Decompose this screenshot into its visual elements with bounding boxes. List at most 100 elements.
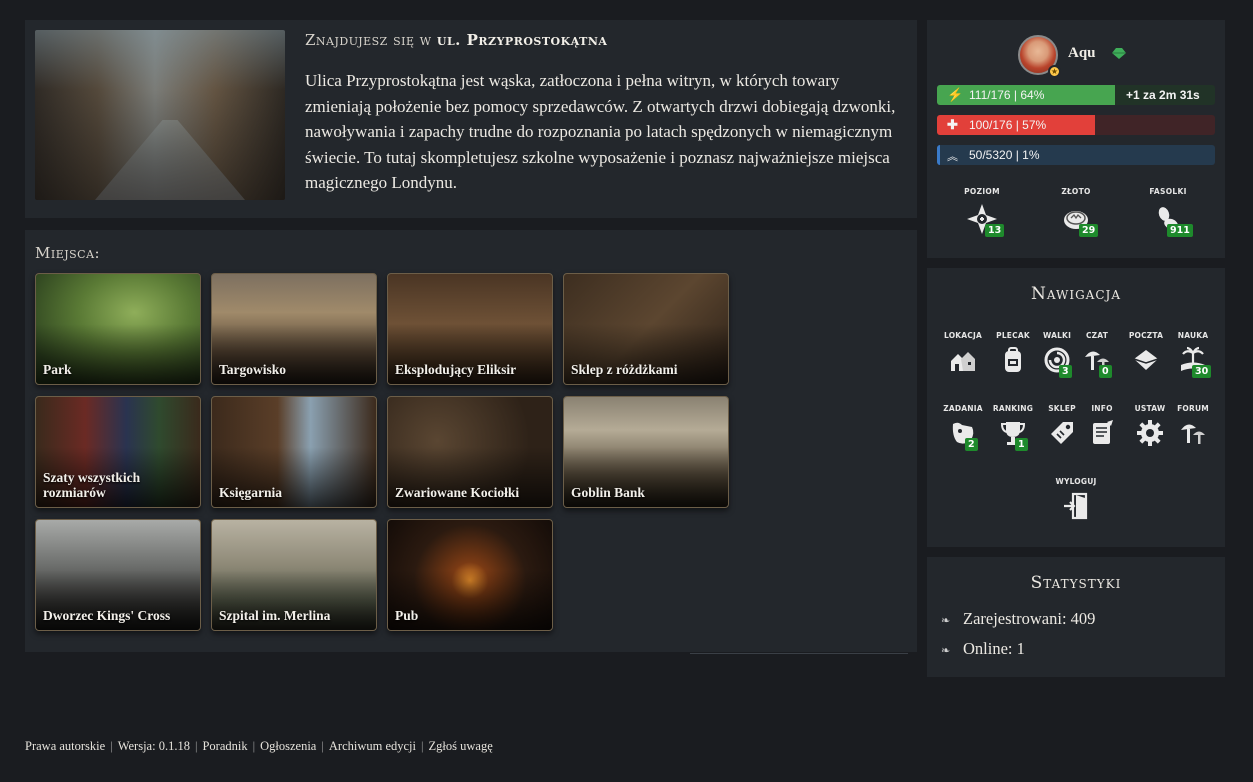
nav-badge: 1 xyxy=(1015,438,1028,451)
footer-link-report[interactable]: Zgłoś uwagę xyxy=(429,739,493,753)
online-count: ❧ Online: 1 xyxy=(941,639,1025,659)
online-text: Online: 1 xyxy=(963,639,1025,658)
nav-item-nauka[interactable]: NAUKA 30 xyxy=(1170,331,1216,378)
nav-badge: 2 xyxy=(965,438,978,451)
experience-bar: ︽ 50/5320 | 1% xyxy=(937,145,1215,165)
footer-link-copyright[interactable]: Prawa autorskie xyxy=(25,739,105,753)
footer-link-announcements[interactable]: Ogłoszenia xyxy=(260,739,316,753)
health-bar: ✚ 100/176 | 57% xyxy=(937,115,1215,135)
place-tile-eksplodujacy-eliksir[interactable]: Eksplodujący Eliksir xyxy=(387,273,553,385)
leaf-icon: ❧ xyxy=(941,615,951,627)
place-tile-szpital[interactable]: Szpital im. Merlina xyxy=(211,519,377,631)
places-title: Miejsca: xyxy=(35,244,101,262)
place-tile-sklep-z-rozdzkami[interactable]: Sklep z różdżkami xyxy=(563,273,729,385)
nav-item-lokacja[interactable]: LOKACJA xyxy=(940,331,986,375)
nav-label: WYLOGUJ xyxy=(1055,477,1097,486)
nav-item-czat[interactable]: CZAT 0 xyxy=(1074,331,1120,378)
experience-bar-fill xyxy=(937,145,940,165)
lightning-icon: ⚡ xyxy=(947,87,964,102)
envelope-icon xyxy=(1133,350,1159,370)
place-label: Sklep z różdżkami xyxy=(571,362,678,377)
nav-label: POCZTA xyxy=(1128,331,1164,340)
place-label: Goblin Bank xyxy=(571,485,645,500)
health-text: 100/176 | 57% xyxy=(969,118,1047,132)
place-label: Targowisko xyxy=(219,362,287,377)
nav-label: FORUM xyxy=(1177,404,1209,413)
place-tile-park[interactable]: Park xyxy=(35,273,201,385)
place-tile-dworzec-kings-cross[interactable]: Dworzec Kings' Cross xyxy=(35,519,201,631)
statistics-panel: Statystyki ❧ Zarejestrowani: 409 ❧ Online:… xyxy=(927,557,1225,677)
place-tile-ksiegarnia[interactable]: Księgarnia xyxy=(211,396,377,508)
leaf-icon: ❧ xyxy=(941,645,951,657)
stat-beans[interactable]: FASOLKI 911 xyxy=(1133,187,1203,237)
nav-item-info[interactable]: INFO xyxy=(1079,404,1125,448)
username[interactable]: Aqu xyxy=(1068,45,1096,62)
place-label: Eksplodujący Eliksir xyxy=(395,362,517,377)
chevrons-up-icon: ︽ xyxy=(947,151,958,163)
footer-link-archive[interactable]: Archiwum edycji xyxy=(329,739,416,753)
exit-door-icon xyxy=(1064,492,1088,520)
stat-label: POZIOM xyxy=(964,187,1000,196)
gear-icon xyxy=(1137,420,1163,446)
nav-item-plecak[interactable]: PLECAK xyxy=(990,331,1036,375)
nav-label: PLECAK xyxy=(996,331,1030,340)
place-label: Zwariowane Kociołki xyxy=(395,485,520,500)
navigation-title: Nawigacja xyxy=(1030,284,1122,304)
place-tile-pub[interactable]: Pub xyxy=(387,519,553,631)
location-title: Znajdujesz się w ul. Przyprostokątna xyxy=(305,31,607,49)
profile-panel: ★ Aqu ⚡ 111/176 | 64% +1 za 2m 31s ✚ 100… xyxy=(927,20,1225,258)
scroll-icon xyxy=(1093,420,1113,444)
places-panel: Miejsca: Park Targowisko Eksplodujący El… xyxy=(25,230,917,652)
gem-icon xyxy=(1112,48,1126,59)
houses-icon xyxy=(951,352,975,371)
place-label: Dworzec Kings' Cross xyxy=(43,608,171,623)
registered-text: Zarejestrowani: 409 xyxy=(963,609,1096,628)
energy-text: 111/176 | 64% xyxy=(969,88,1045,102)
nav-item-poczta[interactable]: POCZTA xyxy=(1123,331,1169,375)
star-badge-icon: ★ xyxy=(1048,65,1061,78)
footer: Prawa autorskie | Wersja: 0.1.18 | Poradnik |… xyxy=(25,739,493,753)
location-image xyxy=(35,30,285,200)
location-panel: Znajdujesz się w ul. Przyprostokątna Uli… xyxy=(25,20,917,218)
nav-label: LOKACJA xyxy=(943,331,982,340)
nav-item-forum[interactable]: FORUM xyxy=(1170,404,1216,448)
nav-item-zadania[interactable]: ZADANIA 2 xyxy=(940,404,986,451)
place-tile-zwariowane-kociolki[interactable]: Zwariowane Kociołki xyxy=(387,396,553,508)
nav-badge: 3 xyxy=(1059,365,1072,378)
divider xyxy=(690,653,908,654)
footer-link-guide[interactable]: Poradnik xyxy=(202,739,247,753)
stat-label: FASOLKI xyxy=(1149,187,1187,196)
place-label: Szpital im. Merlina xyxy=(219,608,331,623)
price-tag-icon xyxy=(1051,422,1073,444)
stat-gold[interactable]: ZŁOTO 29 xyxy=(1041,187,1111,237)
nav-label: CZAT xyxy=(1085,331,1109,340)
statistics-title: Statystyki xyxy=(1030,573,1122,593)
nav-label: RANKING xyxy=(992,404,1034,413)
place-label: Szaty wszystkich rozmiarów xyxy=(43,470,141,500)
nav-label: INFO xyxy=(1091,404,1113,413)
place-label: Księgarnia xyxy=(219,485,282,500)
health-cross-icon: ✚ xyxy=(947,117,958,132)
location-title-place: ul. Przyprostokątna xyxy=(436,31,608,49)
nav-item-ranking[interactable]: RANKING 1 xyxy=(990,404,1036,451)
nav-badge: 30 xyxy=(1192,365,1212,378)
nav-item-ustaw[interactable]: USTAW xyxy=(1127,404,1173,448)
place-tile-targowisko[interactable]: Targowisko xyxy=(211,273,377,385)
nav-label: ZADANIA xyxy=(943,404,983,413)
registered-count: ❧ Zarejestrowani: 409 xyxy=(941,609,1095,629)
stat-label: ZŁOTO xyxy=(1061,187,1091,196)
place-tile-goblin-bank[interactable]: Goblin Bank xyxy=(563,396,729,508)
location-description: Ulica Przyprostokątna jest wąska, zatłoc… xyxy=(305,71,896,192)
stat-value: 911 xyxy=(1167,224,1193,237)
stat-value: 13 xyxy=(985,224,1005,237)
forum-icon xyxy=(1181,424,1205,444)
energy-bar: ⚡ 111/176 | 64% +1 za 2m 31s xyxy=(937,85,1215,105)
stat-level[interactable]: POZIOM 13 xyxy=(947,187,1017,237)
nav-badge: 0 xyxy=(1099,365,1112,378)
energy-regen: +1 za 2m 31s xyxy=(1126,88,1200,102)
nav-item-wyloguj[interactable]: WYLOGUJ xyxy=(1053,477,1099,521)
place-label: Park xyxy=(43,362,72,377)
navigation-panel: Nawigacja LOKACJA PLECAK WALKI 3 CZAT 0 … xyxy=(927,268,1225,547)
footer-link-version[interactable]: Wersja: 0.1.18 xyxy=(118,739,190,753)
place-tile-szaty[interactable]: Szaty wszystkich rozmiarów xyxy=(35,396,201,508)
